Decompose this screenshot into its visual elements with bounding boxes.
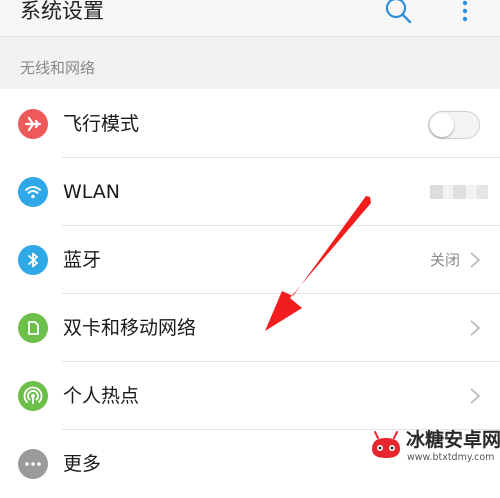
watermark-name: 冰糖安卓网 bbox=[406, 429, 500, 451]
setting-item-bluetooth[interactable]: 蓝牙 关闭 bbox=[0, 226, 500, 294]
airplane-mode-toggle[interactable] bbox=[428, 111, 480, 139]
toggle-knob bbox=[430, 113, 454, 137]
chevron-right-icon bbox=[469, 387, 481, 405]
setting-item-dual-sim-mobile-network[interactable]: 双卡和移动网络 bbox=[0, 294, 500, 362]
hotspot-icon bbox=[18, 381, 48, 411]
app-header: 系统设置 bbox=[0, 0, 500, 37]
setting-label: 双卡和移动网络 bbox=[63, 317, 197, 339]
setting-item-airplane-mode[interactable]: 飞行模式 bbox=[0, 90, 500, 158]
search-icon[interactable] bbox=[383, 0, 413, 26]
setting-item-wlan[interactable]: WLAN bbox=[0, 158, 500, 226]
setting-label: 飞行模式 bbox=[63, 113, 140, 135]
wifi-icon bbox=[18, 177, 48, 207]
setting-label: 蓝牙 bbox=[63, 249, 102, 271]
chevron-right-icon bbox=[469, 319, 481, 337]
watermark-logo-icon bbox=[369, 429, 403, 463]
section-title: 无线和网络 bbox=[20, 59, 96, 77]
bluetooth-icon bbox=[18, 245, 48, 275]
chevron-right-icon bbox=[469, 251, 481, 269]
sim-card-icon bbox=[18, 313, 48, 343]
more-vertical-icon[interactable] bbox=[456, 0, 474, 26]
setting-label: 个人热点 bbox=[63, 385, 140, 407]
section-header-wireless: 无线和网络 bbox=[0, 37, 500, 89]
bluetooth-status: 关闭 bbox=[430, 251, 461, 269]
more-dots-icon bbox=[18, 449, 48, 479]
wlan-network-name-blurred bbox=[430, 185, 488, 199]
setting-label: WLAN bbox=[63, 181, 121, 203]
setting-label: 更多 bbox=[63, 453, 102, 475]
setting-item-personal-hotspot[interactable]: 个人热点 bbox=[0, 362, 500, 430]
airplane-icon bbox=[18, 109, 48, 139]
page-title: 系统设置 bbox=[20, 0, 104, 23]
watermark: 冰糖安卓网 www.btxtdmy.com bbox=[365, 425, 500, 467]
watermark-url: www.btxtdmy.com bbox=[407, 452, 495, 463]
